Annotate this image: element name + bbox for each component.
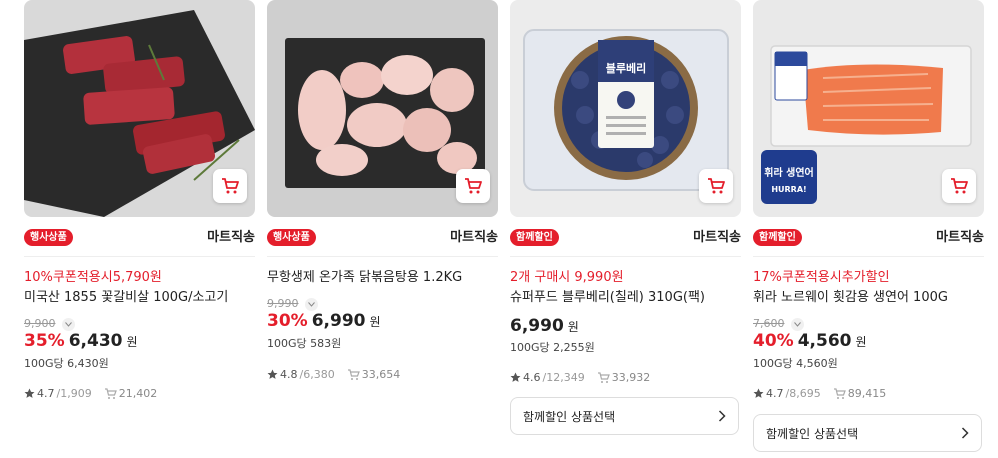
original-price-row: 9,900 — [24, 316, 75, 332]
currency-unit: 원 — [855, 335, 867, 349]
chevron-down-icon[interactable] — [61, 317, 75, 331]
sale-price: 4,560 — [797, 331, 852, 351]
original-price-row: 9,990 — [267, 296, 318, 312]
product-card-4[interactable]: 휘라 생연어 HURRA! 함께할인 마트직송 17%쿠폰적용시추가할인 휘라 … — [753, 0, 984, 458]
star-icon — [510, 372, 521, 382]
cart-icon — [222, 178, 239, 194]
sale-price: 6,430 — [68, 331, 123, 351]
review-count: /1,909 — [56, 387, 92, 400]
rating: 4.7 — [37, 387, 55, 400]
promo-badge: 행사상품 — [267, 229, 316, 246]
chevron-right-icon — [718, 410, 726, 422]
divider — [267, 256, 498, 257]
sale-price: 6,990 — [311, 311, 366, 331]
promo-text: 17%쿠폰적용시추가할인 — [753, 270, 890, 285]
cart-count: 89,415 — [847, 387, 887, 400]
cart-count-icon — [597, 371, 610, 383]
cart-icon — [708, 178, 725, 194]
seller-label: 마트직송 — [936, 230, 984, 245]
unit-price: 100G당 4,560원 — [753, 357, 838, 370]
product-name[interactable]: 슈퍼푸드 블루베리(칠레) 310G(팩) — [510, 288, 705, 308]
bundle-select-label: 함께할인 상품선택 — [766, 426, 859, 441]
cart-count: 33,654 — [361, 368, 401, 381]
product-name[interactable]: 미국산 1855 꽃갈비살 100G/소고기 — [24, 288, 228, 308]
product-card-1[interactable]: 행사상품 마트직송 10%쿠폰적용시5,790원 미국산 1855 꽃갈비살 1… — [24, 0, 255, 458]
seller-label: 마트직송 — [450, 230, 498, 245]
pack-label-text: 블루베리 — [606, 61, 646, 75]
divider — [753, 256, 984, 257]
stats-row: 4.6/12,349 33,932 — [510, 371, 650, 384]
pack-label-text: 휘라 생연어 — [764, 166, 813, 179]
divider — [24, 256, 255, 257]
product-image[interactable]: 휘라 생연어 HURRA! — [753, 0, 984, 217]
product-card-2[interactable]: 행사상품 마트직송 무항생제 온가족 닭볶음탕용 1.2KG 9,990 30%… — [267, 0, 498, 458]
cart-icon — [951, 178, 968, 194]
bundle-select-label: 함께할인 상품선택 — [523, 409, 616, 424]
product-image[interactable] — [24, 0, 255, 217]
add-to-cart-button[interactable] — [942, 169, 976, 203]
review-count: /6,380 — [299, 368, 335, 381]
add-to-cart-button[interactable] — [456, 169, 490, 203]
star-icon — [267, 369, 278, 379]
currency-unit: 원 — [126, 335, 138, 349]
rating: 4.7 — [766, 387, 784, 400]
add-to-cart-button[interactable] — [699, 169, 733, 203]
cart-count: 33,932 — [611, 371, 651, 384]
review-count: /12,349 — [542, 371, 585, 384]
discount-rate: 30% — [267, 311, 308, 331]
product-card-3[interactable]: 블루베리 함께할인 마트직송 2개 구매시 9,990원 슈퍼푸드 블루베리(칠… — [510, 0, 741, 458]
promo-text: 10%쿠폰적용시5,790원 — [24, 270, 162, 285]
unit-price: 100G당 6,430원 — [24, 357, 109, 370]
promo-badge: 함께할인 — [510, 229, 559, 246]
cart-icon — [465, 178, 482, 194]
product-image[interactable] — [267, 0, 498, 217]
seller-label: 마트직송 — [693, 230, 741, 245]
stats-row: 4.8/6,380 33,654 — [267, 368, 400, 381]
unit-price: 100G당 2,255원 — [510, 341, 595, 354]
chevron-right-icon — [961, 427, 969, 439]
divider — [510, 256, 741, 257]
unit-price: 100G당 583원 — [267, 337, 342, 350]
cart-count-icon — [833, 387, 846, 399]
bundle-select-button[interactable]: 함께할인 상품선택 — [753, 414, 982, 452]
stats-row: 4.7/1,909 21,402 — [24, 387, 157, 400]
rating: 4.6 — [523, 371, 541, 384]
currency-unit: 원 — [567, 320, 579, 334]
original-price: 9,990 — [267, 297, 299, 310]
cart-count-icon — [104, 387, 117, 399]
product-name[interactable]: 무항생제 온가족 닭볶음탕용 1.2KG — [267, 268, 462, 288]
cart-count-icon — [347, 368, 360, 380]
product-image[interactable]: 블루베리 — [510, 0, 741, 217]
rating: 4.8 — [280, 368, 298, 381]
seller-label: 마트직송 — [207, 230, 255, 245]
original-price: 7,600 — [753, 317, 785, 330]
chevron-down-icon[interactable] — [304, 297, 318, 311]
original-price: 9,900 — [24, 317, 56, 330]
discount-rate: 40% — [753, 331, 794, 351]
promo-badge: 함께할인 — [753, 229, 802, 246]
discount-rate: 35% — [24, 331, 65, 351]
pack-brand-text: HURRA! — [771, 185, 806, 194]
cart-count: 21,402 — [118, 387, 158, 400]
promo-badge: 행사상품 — [24, 229, 73, 246]
price-row: 35% 6,430 원 — [24, 331, 138, 351]
price-row: 30% 6,990 원 — [267, 311, 381, 331]
product-name[interactable]: 휘라 노르웨이 횟감용 생연어 100G — [753, 288, 948, 308]
star-icon — [753, 388, 764, 398]
star-icon — [24, 388, 35, 398]
sale-price: 6,990 — [510, 316, 564, 336]
original-price-row: 7,600 — [753, 316, 804, 332]
review-count: /8,695 — [785, 387, 821, 400]
currency-unit: 원 — [369, 315, 381, 329]
add-to-cart-button[interactable] — [213, 169, 247, 203]
chevron-down-icon[interactable] — [790, 317, 804, 331]
price-row: 40% 4,560 원 — [753, 331, 867, 351]
promo-text: 2개 구매시 9,990원 — [510, 270, 624, 285]
price-row: 6,990 원 — [510, 316, 579, 336]
stats-row: 4.7/8,695 89,415 — [753, 387, 886, 400]
bundle-select-button[interactable]: 함께할인 상품선택 — [510, 397, 739, 435]
